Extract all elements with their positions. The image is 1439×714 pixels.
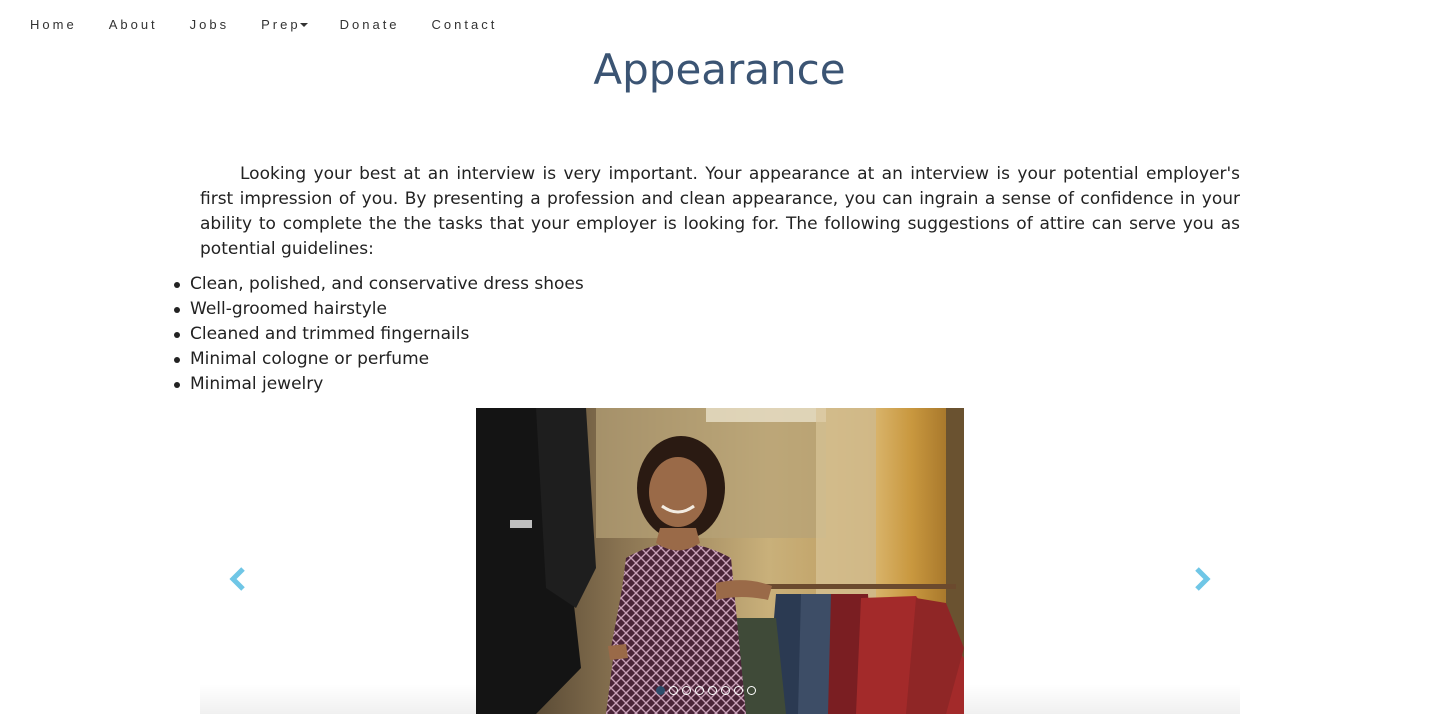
- attire-tips-list: Clean, polished, and conservative dress …: [174, 272, 584, 397]
- nav-item-label: Donate: [339, 17, 400, 32]
- nav-item-donate[interactable]: Donate: [324, 17, 416, 33]
- nav-item-home[interactable]: Home: [14, 17, 93, 33]
- nav-item-label: About: [108, 17, 158, 32]
- caret-down-icon: [299, 22, 308, 27]
- nav-item-about[interactable]: About: [93, 17, 174, 33]
- nav-item-label: Contact: [431, 17, 498, 32]
- nav-item-contact[interactable]: Contact: [416, 17, 514, 33]
- nav-item-label: Prep: [261, 17, 301, 32]
- carousel-indicator-dot[interactable]: [721, 686, 730, 695]
- image-carousel: [200, 408, 1240, 714]
- page-title: Appearance: [593, 45, 846, 94]
- chevron-right-icon: [1195, 567, 1211, 591]
- chevron-left-icon: [229, 567, 245, 591]
- nav-item-jobs[interactable]: Jobs: [174, 17, 245, 33]
- carousel-next-button[interactable]: [1186, 564, 1216, 594]
- carousel-slide-image: [476, 408, 964, 714]
- nav-item-prep-dropdown[interactable]: Prep: [245, 17, 323, 33]
- carousel-indicator-dot[interactable]: [734, 686, 743, 695]
- list-item: Minimal cologne or perfume: [174, 347, 584, 372]
- list-item: Cleaned and trimmed fingernails: [174, 322, 584, 347]
- carousel-prev-button[interactable]: [224, 564, 254, 594]
- carousel-indicator-dot[interactable]: [682, 686, 691, 695]
- nav-menu: Home About Jobs Prep Donate Contact: [14, 17, 513, 33]
- list-item: Minimal jewelry: [174, 372, 584, 397]
- intro-paragraph: Looking your best at an interview is ver…: [200, 164, 1240, 259]
- carousel-indicator-dot[interactable]: [708, 686, 717, 695]
- list-item: Clean, polished, and conservative dress …: [174, 272, 584, 297]
- carousel-indicator-dot[interactable]: [747, 686, 756, 695]
- carousel-indicator-dot[interactable]: [695, 686, 704, 695]
- list-item: Well-groomed hairstyle: [174, 297, 584, 322]
- nav-item-label: Home: [30, 17, 77, 32]
- carousel-indicator-dot[interactable]: [669, 686, 678, 695]
- woman-in-clothing-store-photo: [476, 408, 964, 714]
- nav-item-label: Jobs: [189, 17, 230, 32]
- carousel-indicator-dot[interactable]: [656, 686, 665, 695]
- carousel-indicators: [656, 686, 756, 695]
